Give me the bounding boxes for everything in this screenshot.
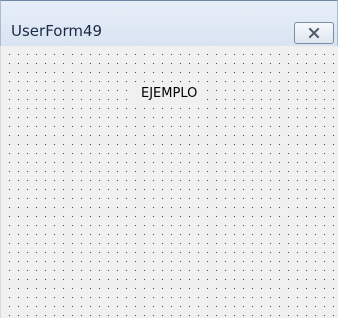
close-button[interactable] <box>294 22 334 44</box>
userform-window: UserForm49 EJEMPLO <box>0 0 338 318</box>
title-bar[interactable]: UserForm49 <box>0 0 338 46</box>
form-design-surface[interactable]: EJEMPLO <box>0 46 338 318</box>
window-title: UserForm49 <box>11 22 103 40</box>
label-caption: EJEMPLO <box>141 86 198 101</box>
close-icon <box>308 27 320 39</box>
label-ejemplo[interactable]: EJEMPLO <box>129 83 207 104</box>
